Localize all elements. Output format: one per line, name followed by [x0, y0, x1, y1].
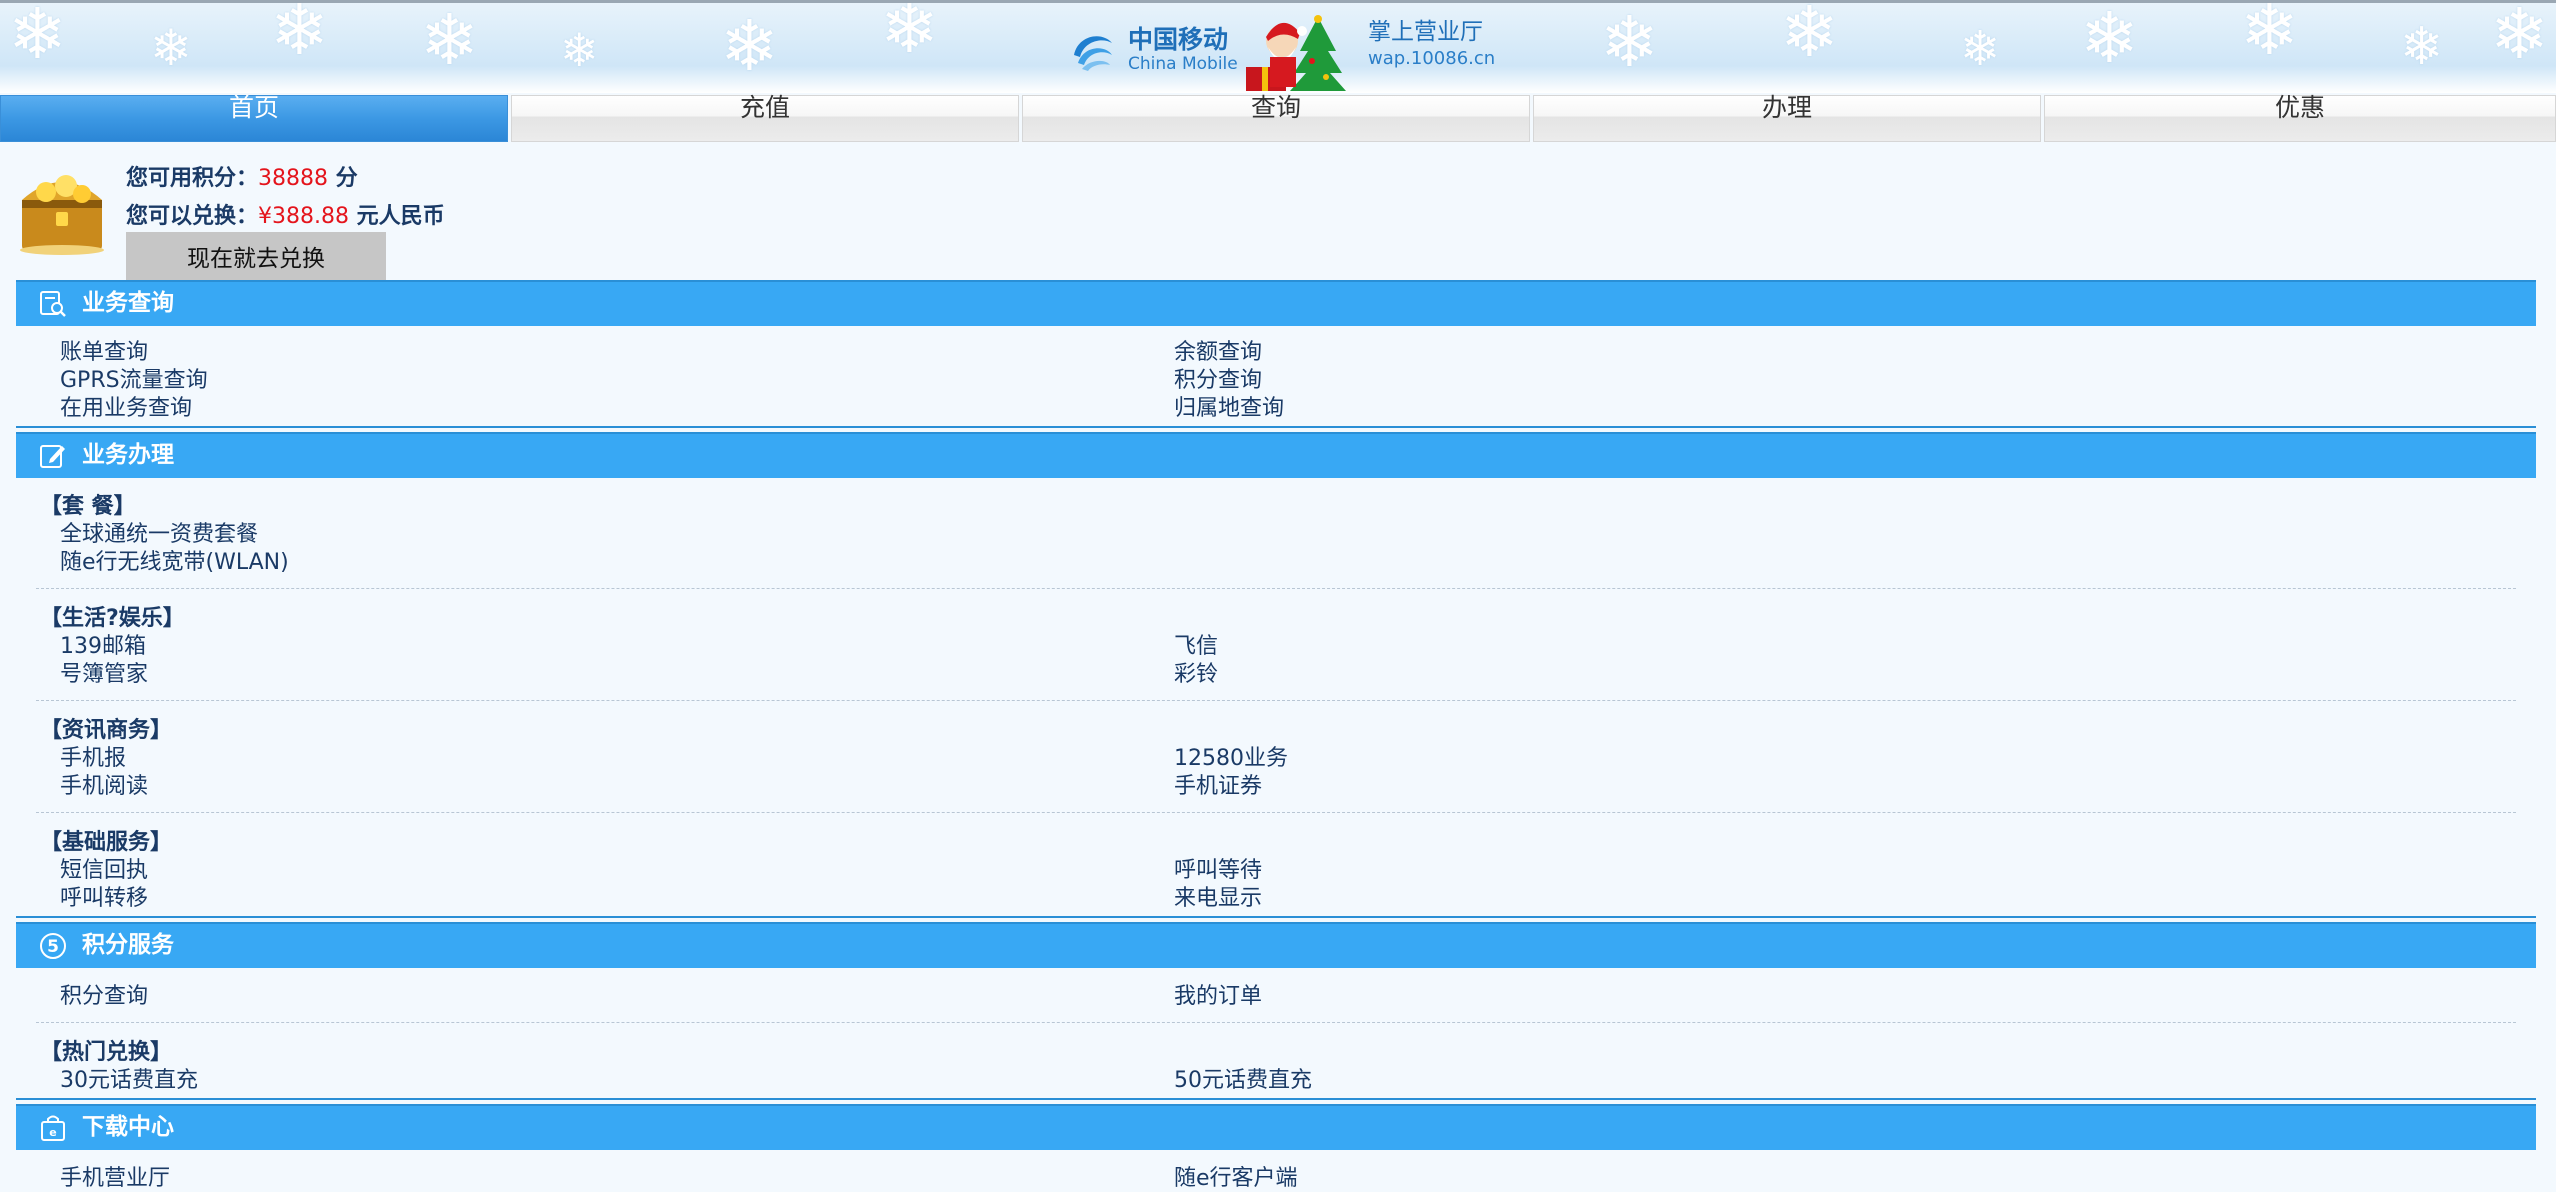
link-50-yuan-topup[interactable]: 50元话费直充 — [1174, 1062, 1312, 1094]
tab-recharge[interactable]: 充值 — [511, 95, 1019, 142]
section-header-handle: 业务办理 — [16, 432, 2536, 478]
svg-text:e: e — [49, 1126, 56, 1139]
available-points-line: 您可用积分：38888 分 — [126, 160, 358, 192]
link-wlan[interactable]: 随e行无线宽带(WLAN) — [60, 544, 289, 576]
site-title: 掌上营业厅 — [1368, 19, 1483, 45]
link-call-forwarding[interactable]: 呼叫转移 — [60, 880, 148, 912]
christmas-santa-icon — [1246, 15, 1346, 91]
snowflake-icon: ❄ — [880, 0, 939, 69]
snowflake-icon: ❄ — [2080, 0, 2139, 79]
available-points-value: 38888 — [258, 166, 329, 191]
link-mobile-hall-app[interactable]: 手机营业厅 — [60, 1160, 170, 1192]
snowflake-icon: ❄ — [2490, 0, 2549, 75]
section-title-points-service: 积分服务 — [82, 932, 174, 958]
link-caller-id[interactable]: 来电显示 — [1174, 880, 1262, 912]
snowflake-icon: ❄ — [560, 23, 599, 77]
snowflake-icon: ❄ — [1600, 1, 1659, 83]
site-url: wap.10086.cn — [1368, 47, 1496, 69]
link-my-orders[interactable]: 我的订单 — [1174, 978, 1262, 1010]
snowflake-icon: ❄ — [420, 0, 479, 81]
main-nav-tabs: 首页 充值 查询 办理 优惠 — [0, 95, 2556, 142]
link-active-services-query[interactable]: 在用业务查询 — [60, 390, 192, 422]
section-header-download: e 下载中心 — [16, 1104, 2536, 1150]
dashed-divider — [36, 700, 2516, 701]
points-coin-icon: 5 — [40, 933, 66, 959]
dashed-divider — [36, 588, 2516, 589]
link-contacts-manager[interactable]: 号簿管家 — [60, 656, 148, 688]
china-mobile-logo: 中国移动 China Mobile — [1068, 17, 1238, 83]
snowflake-icon: ❄ — [2400, 17, 2444, 77]
snowflake-icon: ❄ — [150, 19, 192, 77]
snowflake-icon: ❄ — [720, 5, 779, 87]
snowflake-icon: ❄ — [1780, 0, 1839, 73]
dashed-divider — [36, 1022, 2516, 1023]
tab-offers[interactable]: 优惠 — [2044, 95, 2556, 142]
page-header: ❄ ❄ ❄ ❄ ❄ ❄ ❄ ❄ ❄ ❄ ❄ ❄ ❄ ❄ 中国移动 China M… — [0, 0, 2556, 93]
link-sui-e-xing-client[interactable]: 随e行客户端 — [1174, 1160, 1298, 1192]
link-mobile-reading[interactable]: 手机阅读 — [60, 768, 148, 800]
link-location-query[interactable]: 归属地查询 — [1174, 390, 1284, 422]
section-divider — [16, 916, 2536, 918]
exchange-value-line: 您可以兑换：¥388.88 元人民币 — [126, 198, 445, 230]
section-header-query: 业务查询 — [16, 280, 2536, 326]
tab-query[interactable]: 查询 — [1022, 95, 1530, 142]
snowflake-icon: ❄ — [270, 0, 329, 71]
brand-name-cn: 中国移动 — [1128, 25, 1229, 55]
link-points-query-2[interactable]: 积分查询 — [60, 978, 148, 1010]
available-points-label: 您可用积分： — [126, 166, 259, 191]
available-points-unit: 分 — [328, 166, 358, 191]
treasure-chest-icon — [20, 175, 104, 255]
section-title-query: 业务查询 — [82, 290, 174, 316]
exchange-unit: 元人民币 — [349, 204, 445, 229]
section-divider — [16, 1098, 2536, 1100]
brand-name-en: China Mobile — [1128, 53, 1238, 74]
section-divider — [16, 426, 2536, 428]
exchange-value: ¥388.88 — [258, 204, 349, 229]
exchange-label: 您可以兑换： — [126, 204, 259, 229]
link-mobile-securities[interactable]: 手机证券 — [1174, 768, 1262, 800]
tab-handle[interactable]: 办理 — [1533, 95, 2041, 142]
link-ringtone[interactable]: 彩铃 — [1174, 656, 1218, 688]
snowflake-icon: ❄ — [2240, 0, 2299, 71]
snowflake-icon: ❄ — [1960, 21, 2001, 77]
tab-home[interactable]: 首页 — [0, 95, 508, 142]
china-mobile-logo-icon — [1074, 36, 1112, 71]
search-doc-icon — [40, 291, 66, 317]
link-30-yuan-topup[interactable]: 30元话费直充 — [60, 1062, 198, 1094]
section-header-points-service: 5 积分服务 — [16, 922, 2536, 968]
snowflake-icon: ❄ — [8, 0, 67, 75]
section-title-download: 下载中心 — [82, 1114, 174, 1140]
edit-icon — [40, 445, 65, 468]
dashed-divider — [36, 812, 2516, 813]
redeem-now-button[interactable]: 现在就去兑换 — [126, 232, 386, 280]
svg-text:5: 5 — [47, 937, 59, 957]
section-title-handle: 业务办理 — [82, 442, 174, 468]
download-bag-icon: e — [41, 1115, 65, 1141]
